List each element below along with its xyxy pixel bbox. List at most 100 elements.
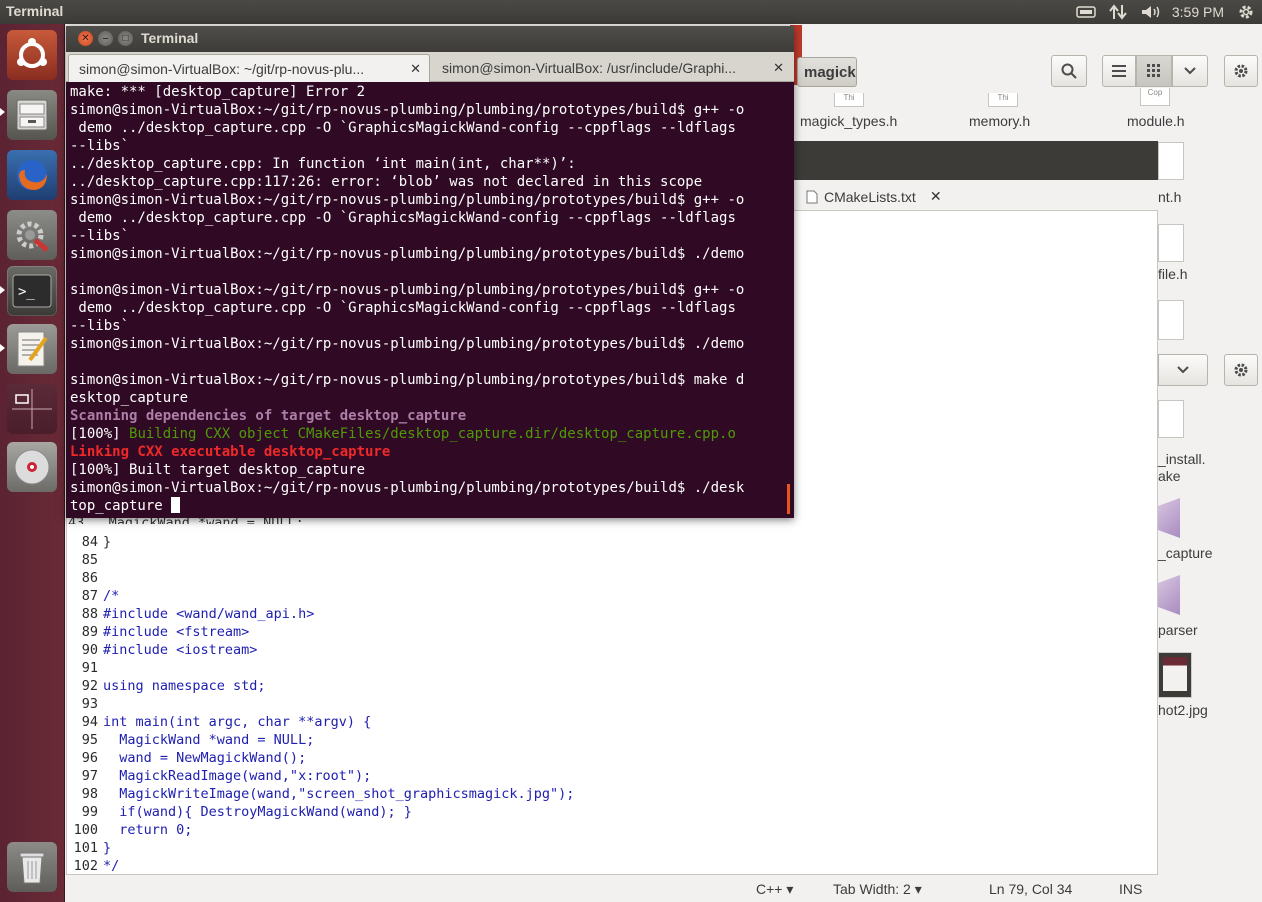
dash-home-button[interactable] xyxy=(7,30,57,80)
line-number: 91 xyxy=(81,660,98,676)
close-icon[interactable]: ✕ xyxy=(930,188,942,205)
gedit-titlebar xyxy=(790,141,1158,181)
file-thumbnail[interactable]: Cop xyxy=(1140,88,1170,106)
terminal-line: simon@simon-VirtualBox:~/git/rp-novus-pl… xyxy=(70,191,744,209)
trash-launcher-button[interactable] xyxy=(7,842,57,892)
terminal-line-prefix: [100%] xyxy=(70,426,130,442)
language-label: C++ xyxy=(756,881,783,897)
firefox-launcher-button[interactable] xyxy=(7,150,57,200)
code-line: 93 xyxy=(68,695,103,713)
file-thumbnail[interactable]: Thi xyxy=(834,93,864,107)
grid-view-button[interactable] xyxy=(1136,55,1172,87)
terminal-line-text: simon@simon-VirtualBox:~/git/rp-novus-pl… xyxy=(70,480,745,496)
code-line: 100 return 0; xyxy=(68,821,193,839)
file-thumbnail[interactable] xyxy=(1158,400,1184,438)
terminal-line-text: simon@simon-VirtualBox:~/git/rp-novus-pl… xyxy=(70,336,745,352)
gear-icon xyxy=(1234,64,1248,78)
line-number: 86 xyxy=(81,570,98,586)
file-name[interactable]: magick_types.h xyxy=(800,113,897,129)
terminal-line-text: ../desktop_capture.cpp:117:26: error: ‘b… xyxy=(70,174,703,190)
file-thumbnail[interactable]: Thi xyxy=(988,93,1018,107)
close-icon[interactable]: ✕ xyxy=(773,60,784,76)
file-name[interactable]: _capture xyxy=(1158,545,1212,561)
minimize-window-button[interactable]: – xyxy=(98,31,113,46)
path-bar-button[interactable]: magick xyxy=(797,57,857,87)
text-editor-launcher-button[interactable] xyxy=(7,324,57,374)
code-line: 94 int main(int argc, char **argv) { xyxy=(68,713,371,731)
settings-menu-button[interactable] xyxy=(1224,354,1258,386)
files-launcher-button[interactable] xyxy=(7,90,57,140)
terminal-line: simon@simon-VirtualBox:~/git/rp-novus-pl… xyxy=(70,371,744,389)
terminal-launcher-button[interactable]: >_ xyxy=(7,266,57,316)
launcher: >_ xyxy=(0,24,65,902)
file-thumbnail[interactable] xyxy=(1158,300,1184,340)
terminal-line: simon@simon-VirtualBox:~/git/rp-novus-pl… xyxy=(70,101,744,119)
svg-text:>_: >_ xyxy=(18,284,35,300)
volume-icon[interactable] xyxy=(1140,4,1160,20)
image-thumbnail[interactable] xyxy=(1158,652,1192,698)
close-window-button[interactable]: ✕ xyxy=(78,31,93,46)
terminal-line-text: --libs` xyxy=(70,318,130,334)
line-number: 101 xyxy=(73,840,98,856)
code-line: 96 wand = NewMagickWand(); xyxy=(68,749,306,767)
search-button[interactable] xyxy=(1051,55,1087,87)
code-line: 92 using namespace std; xyxy=(68,677,266,695)
language-selector[interactable]: C++ ▾ xyxy=(756,881,793,898)
terminal-line-text: Building CXX object CMakeFiles/desktop_c… xyxy=(129,426,736,442)
settings-menu-button[interactable] xyxy=(1224,55,1258,87)
system-settings-launcher-button[interactable] xyxy=(7,210,57,260)
file-thumbnail[interactable] xyxy=(1158,224,1184,262)
file-name[interactable]: _install. xyxy=(1158,451,1205,467)
keyboard-icon[interactable] xyxy=(1076,4,1096,20)
line-number: 89 xyxy=(81,624,98,640)
maximize-window-button[interactable]: □ xyxy=(118,31,133,46)
terminal-tab-1[interactable]: simon@simon-VirtualBox: ~/git/rp-novus-p… xyxy=(68,54,430,82)
dvd-launcher-button[interactable] xyxy=(7,442,57,492)
insert-mode: INS xyxy=(1119,881,1143,897)
line-number: 90 xyxy=(81,642,98,658)
file-name[interactable]: hot2.jpg xyxy=(1158,702,1208,718)
file-name[interactable]: nt.h xyxy=(1158,189,1181,205)
terminal-scrollbar[interactable] xyxy=(787,484,790,514)
network-icon[interactable] xyxy=(1108,4,1128,20)
document-icon xyxy=(806,190,818,203)
gear-icon[interactable] xyxy=(1236,4,1256,20)
list-view-button[interactable] xyxy=(1102,55,1136,87)
code-line: 102 */ xyxy=(68,857,120,875)
close-icon[interactable]: ✕ xyxy=(410,61,421,77)
file-thumbnail[interactable] xyxy=(1158,142,1184,180)
workspace-switcher-button[interactable] xyxy=(7,384,57,434)
terminal-line: Linking CXX executable desktop_capture xyxy=(70,443,390,461)
line-number: 96 xyxy=(81,750,98,766)
code-text: } xyxy=(103,840,112,856)
gedit-tab[interactable]: CMakeLists.txt ✕ xyxy=(800,183,958,210)
code-line: 88 #include <wand/wand_api.h> xyxy=(68,605,315,623)
chevron-down-icon xyxy=(1177,366,1189,374)
terminal-line-text: make: *** [desktop_capture] Error 2 xyxy=(70,84,366,100)
terminal-line-text: ../desktop_capture.cpp: In function ‘int… xyxy=(70,156,576,172)
file-name[interactable]: ake xyxy=(1158,468,1181,484)
tab-width-selector[interactable]: Tab Width: 2 ▾ xyxy=(833,881,922,898)
terminal-line: ../desktop_capture.cpp:117:26: error: ‘b… xyxy=(70,173,702,191)
terminal-tab-2[interactable]: simon@simon-VirtualBox: /usr/include/Gra… xyxy=(432,54,792,82)
clock[interactable]: 3:59 PM xyxy=(1172,4,1224,20)
line-number: 85 xyxy=(81,552,98,568)
file-name[interactable]: module.h xyxy=(1127,113,1185,129)
line-number: 95 xyxy=(81,732,98,748)
file-name[interactable]: memory.h xyxy=(969,113,1030,129)
code-line: 86 xyxy=(68,569,103,587)
terminal-cursor xyxy=(171,497,181,513)
terminal-line: simon@simon-VirtualBox:~/git/rp-novus-pl… xyxy=(70,479,744,497)
line-number: 92 xyxy=(81,678,98,694)
files-running-indicator xyxy=(0,108,5,116)
terminal-line: ../desktop_capture.cpp: In function ‘int… xyxy=(70,155,576,173)
terminal-line-text: simon@simon-VirtualBox:~/git/rp-novus-pl… xyxy=(70,246,745,262)
terminal-line-text: Scanning dependencies of target desktop_… xyxy=(70,408,467,424)
file-name[interactable]: file.h xyxy=(1158,266,1188,282)
terminal-line: simon@simon-VirtualBox:~/git/rp-novus-pl… xyxy=(70,281,744,299)
view-options-button[interactable] xyxy=(1172,55,1208,87)
file-name[interactable]: parser xyxy=(1158,622,1198,638)
terminal-running-indicator xyxy=(0,286,5,294)
firefox-icon xyxy=(17,160,47,190)
view-options-button[interactable] xyxy=(1158,354,1208,386)
